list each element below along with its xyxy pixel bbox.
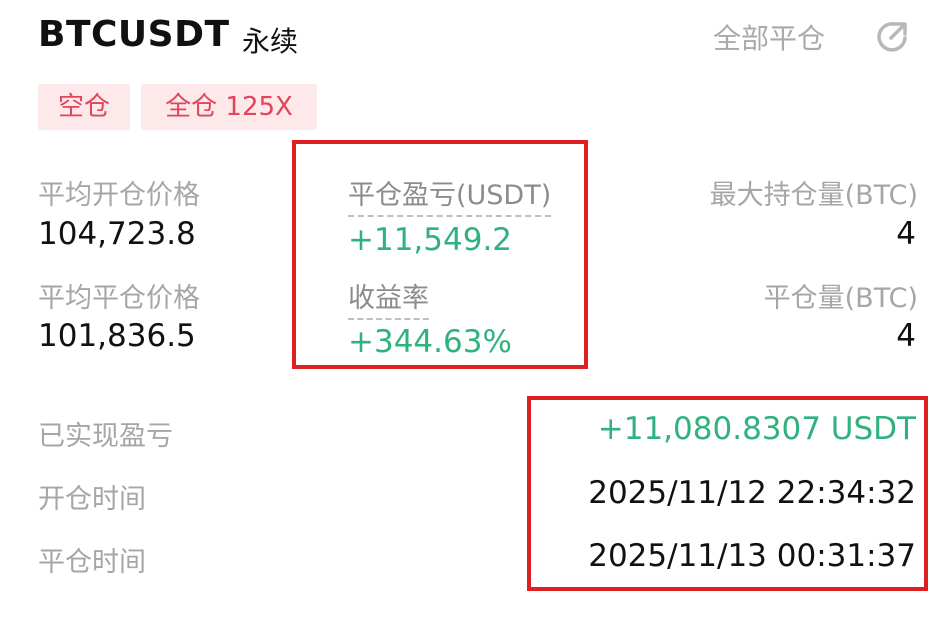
max-position-label: 最大持仓量(BTC) xyxy=(709,180,918,211)
symbol-title: BTCUSDT xyxy=(38,14,230,55)
close-time-label: 平仓时间 xyxy=(38,547,146,578)
close-volume-label: 平仓量(BTC) xyxy=(763,283,918,314)
avg-close-price-value: 101,836.5 xyxy=(38,318,196,354)
contract-type-label: 永续 xyxy=(242,25,299,58)
realized-pnl-label: 已实现盈亏 xyxy=(38,421,173,452)
margin-leverage-badge: 全仓 125X xyxy=(141,84,317,130)
close-volume-value: 4 xyxy=(896,318,916,354)
avg-open-price-value: 104,723.8 xyxy=(38,216,196,252)
position-side-badge: 空仓 xyxy=(38,84,130,130)
avg-open-price-label: 平均开仓价格 xyxy=(38,180,200,211)
share-icon[interactable] xyxy=(872,16,912,56)
pnl-highlight-box xyxy=(292,140,588,369)
close-all-button[interactable]: 全部平仓 xyxy=(713,17,825,57)
open-time-label: 开仓时间 xyxy=(38,484,146,515)
max-position-value: 4 xyxy=(896,216,916,252)
avg-close-price-label: 平均平仓价格 xyxy=(38,283,200,314)
details-highlight-box xyxy=(527,396,928,591)
